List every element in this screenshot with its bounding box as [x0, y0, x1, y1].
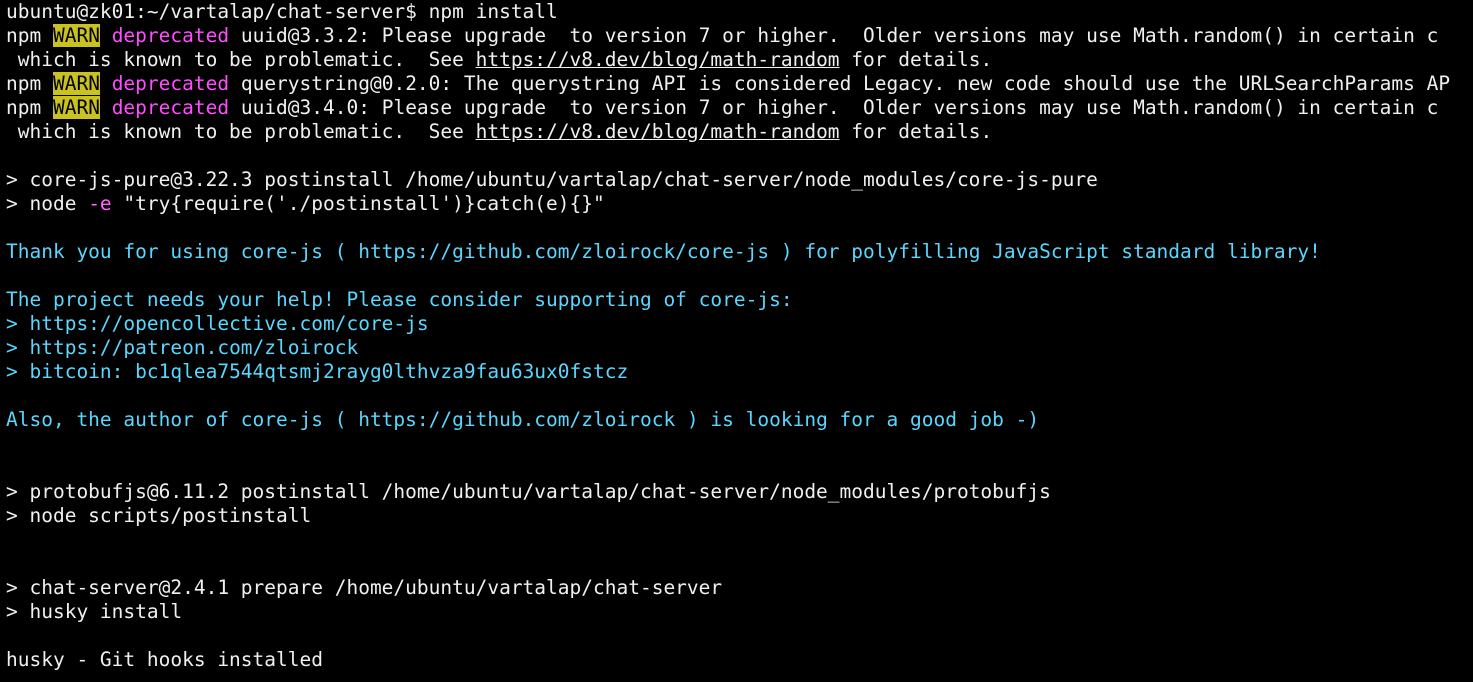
deprecated-label: deprecated: [111, 24, 230, 47]
warn-cont-tail: for details.: [839, 48, 993, 71]
protobuf-postinstall-line: > protobufjs@6.11.2 postinstall /home/ub…: [6, 480, 1473, 504]
corejs-postinstall-text: > core-js-pure@3.22.3 postinstall /home/…: [6, 168, 1098, 191]
support-line-2: > https://patreon.com/zloirock: [6, 336, 1473, 360]
gt-marker: >: [6, 360, 30, 383]
deprecated-label: deprecated: [111, 72, 230, 95]
husky-done-line: husky - Git hooks installed: [6, 648, 1473, 672]
support-line-1: > https://opencollective.com/core-js: [6, 312, 1473, 336]
npm-prefix: npm: [6, 72, 53, 95]
warn-line-1-cont: which is known to be problematic. See ht…: [6, 48, 1473, 72]
husky-done-text: husky - Git hooks installed: [6, 648, 323, 671]
npm-prefix: npm: [6, 96, 53, 119]
warn-line-3-cont: which is known to be problematic. See ht…: [6, 120, 1473, 144]
corejs-node-line: > node -e "try{require('./postinstall')}…: [6, 192, 1473, 216]
patreon-link[interactable]: https://patreon.com/zloirock: [29, 336, 358, 359]
also-tail: ) is looking for a good job -): [675, 408, 1040, 431]
chat-prepare-line: > chat-server@2.4.1 prepare /home/ubuntu…: [6, 576, 1473, 600]
warn-badge: WARN: [52, 96, 100, 119]
warn-message: uuid@3.3.2: Please upgrade to version 7 …: [229, 24, 1439, 47]
warn-cont-tail: for details.: [839, 120, 993, 143]
warn-line-3: npm WARN deprecated uuid@3.4.0: Please u…: [6, 96, 1473, 120]
math-random-link[interactable]: https://v8.dev/blog/math-random: [476, 120, 840, 143]
node-cmd: > node: [6, 192, 89, 215]
node-flag: -e: [88, 192, 112, 215]
warn-cont-text: which is known to be problematic. See: [6, 48, 476, 71]
husky-install-text: > husky install: [6, 600, 183, 623]
terminal-window[interactable]: ubuntu@zk01:~/vartalap/chat-server$ npm …: [0, 0, 1473, 682]
deprecated-label: deprecated: [111, 96, 230, 119]
protobuf-node-text: > node scripts/postinstall: [6, 504, 312, 527]
help-text: The project needs your help! Please cons…: [6, 288, 793, 311]
author-link[interactable]: https://github.com/zloirock: [358, 408, 675, 431]
opencollective-link[interactable]: https://opencollective.com/core-js: [29, 312, 428, 335]
gt-marker: >: [6, 336, 30, 359]
protobuf-node-line: > node scripts/postinstall: [6, 504, 1473, 528]
chat-prepare-text: > chat-server@2.4.1 prepare /home/ubuntu…: [6, 576, 723, 599]
thanks-text: Thank you for using core-js (: [6, 240, 359, 263]
math-random-link[interactable]: https://v8.dev/blog/math-random: [476, 48, 840, 71]
prompt-line: ubuntu@zk01:~/vartalap/chat-server$ npm …: [6, 0, 1473, 24]
also-text: Also, the author of core-js (: [6, 408, 359, 431]
npm-prefix: npm: [6, 24, 53, 47]
warn-message: uuid@3.4.0: Please upgrade to version 7 …: [229, 96, 1439, 119]
corejs-repo-link[interactable]: https://github.com/zloirock/core-js: [358, 240, 769, 263]
warn-badge: WARN: [52, 24, 100, 47]
husky-install-line: > husky install: [6, 600, 1473, 624]
bitcoin-address: bitcoin: bc1qlea7544qtsmj2rayg0lthvza9fa…: [29, 360, 629, 383]
warn-line-1: npm WARN deprecated uuid@3.3.2: Please u…: [6, 24, 1473, 48]
support-line-3: > bitcoin: bc1qlea7544qtsmj2rayg0lthvza9…: [6, 360, 1473, 384]
warn-message: querystring@0.2.0: The querystring API i…: [229, 72, 1451, 95]
help-line: The project needs your help! Please cons…: [6, 288, 1473, 312]
prompt-text: ubuntu@zk01:~/vartalap/chat-server$ npm …: [6, 0, 558, 23]
protobuf-postinstall-text: > protobufjs@6.11.2 postinstall /home/ub…: [6, 480, 1051, 503]
warn-badge: WARN: [52, 72, 100, 95]
node-script: "try{require('./postinstall')}catch(e){}…: [111, 192, 605, 215]
gt-marker: >: [6, 312, 30, 335]
warn-cont-text: which is known to be problematic. See: [6, 120, 476, 143]
thanks-tail: ) for polyfilling JavaScript standard li…: [769, 240, 1321, 263]
also-line: Also, the author of core-js ( https://gi…: [6, 408, 1473, 432]
corejs-postinstall-line: > core-js-pure@3.22.3 postinstall /home/…: [6, 168, 1473, 192]
thanks-line: Thank you for using core-js ( https://gi…: [6, 240, 1473, 264]
warn-line-2: npm WARN deprecated querystring@0.2.0: T…: [6, 72, 1473, 96]
